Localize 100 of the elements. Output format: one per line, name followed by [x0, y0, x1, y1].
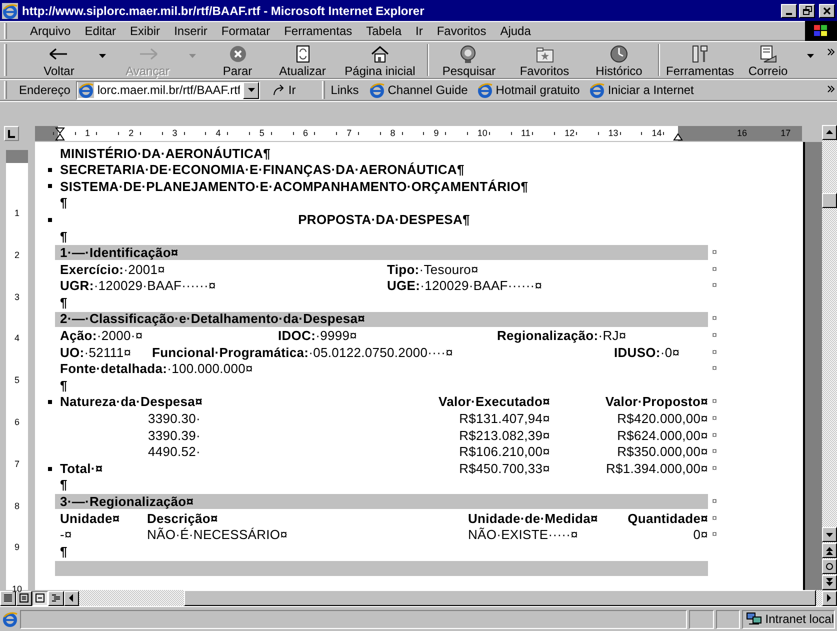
- next-page-button[interactable]: [822, 575, 837, 590]
- scroll-right-icon: [827, 594, 832, 602]
- end-of-row-mark: ¤: [711, 412, 718, 426]
- restore-icon: [802, 6, 812, 15]
- link-button[interactable]: Channel Guide: [368, 81, 468, 99]
- security-zone-label: Intranet local: [765, 611, 834, 628]
- end-of-row-mark: ¤: [711, 246, 718, 260]
- minimize-icon: [786, 12, 792, 14]
- column-header: Valor·Proposto¤: [604, 393, 708, 412]
- restore-button[interactable]: [799, 4, 815, 18]
- end-of-row-mark: ¤: [711, 428, 718, 442]
- table-cell-text: R$350.000,00¤: [616, 443, 708, 462]
- next-page-icon: [825, 578, 834, 587]
- end-of-row-mark: ¤: [711, 495, 718, 508]
- field-text: Exercício:·2001¤: [60, 260, 166, 279]
- table-cell-text: R$624.000,00¤: [616, 426, 708, 445]
- end-of-row-mark: ¤: [711, 312, 718, 326]
- ruler-number: 12: [564, 127, 575, 140]
- dropdown-button[interactable]: [243, 82, 260, 98]
- page-icon: [2, 611, 18, 627]
- scroll-up-button[interactable]: [822, 125, 837, 140]
- table-cell-text: 4490.52·: [147, 443, 202, 462]
- horizontal-scrollbar[interactable]: [79, 590, 822, 606]
- menu-item[interactable]: Arquivo: [23, 22, 78, 40]
- toolbar-button[interactable]: Ferramentas: [662, 42, 738, 78]
- ruler-number: 8: [13, 500, 20, 511]
- toolbar-button[interactable]: Favoritos: [507, 42, 582, 78]
- link-button[interactable]: Iniciar a Internet: [588, 81, 694, 99]
- menu-item[interactable]: Ir: [408, 22, 430, 40]
- ruler-number: 11: [521, 127, 530, 140]
- menu-item[interactable]: Editar: [78, 22, 124, 40]
- end-of-row-mark: ¤: [711, 262, 718, 276]
- chevron-icon[interactable]: [827, 85, 835, 93]
- column-header: Valor·Executado¤: [438, 393, 550, 412]
- toolbar-button[interactable]: Histórico: [582, 42, 656, 78]
- column-header: Quantidade¤: [626, 510, 708, 528]
- end-of-row-mark: ¤: [711, 346, 718, 359]
- scroll-thumb[interactable]: [822, 193, 837, 208]
- page-view-button[interactable]: [32, 590, 48, 606]
- ruler-number: 9: [13, 542, 20, 552]
- normal-view-button[interactable]: [0, 590, 16, 606]
- menu-item[interactable]: Inserir: [167, 22, 214, 40]
- go-button[interactable]: Ir: [272, 81, 296, 99]
- close-button[interactable]: [819, 4, 835, 18]
- menu-item[interactable]: Ferramentas: [277, 22, 360, 40]
- browser-icon: [2, 2, 18, 18]
- ruler-number: 7: [13, 458, 20, 469]
- ruler-number: 14: [652, 127, 662, 140]
- ruler-number: 4: [216, 127, 221, 140]
- address-field[interactable]: lorc.maer.mil.br/rtf/BAAF.rtf: [76, 80, 260, 100]
- toolbar-button[interactable]: Pesquisar: [431, 42, 507, 78]
- toolbar-button[interactable]: Atualizar: [270, 42, 335, 78]
- menu-item[interactable]: Favoritos: [430, 22, 494, 40]
- indent-marker-icon[interactable]: [55, 126, 65, 141]
- menu-item[interactable]: Formatar: [214, 22, 278, 40]
- page-icon: [476, 82, 493, 98]
- web-view-button[interactable]: [16, 590, 32, 606]
- toolbar-button[interactable]: Página inicial: [335, 42, 425, 78]
- field-text: UO:·52111¤: [60, 344, 132, 362]
- toolbar-button[interactable]: Voltar: [28, 42, 90, 78]
- table-cell-text: R$1.394.000,00¤: [604, 460, 708, 478]
- toolbar-button[interactable]: Correio: [738, 42, 798, 78]
- caret-icon[interactable]: [99, 54, 106, 58]
- toolbar-button[interactable]: Parar: [205, 42, 270, 78]
- address-label: Endereço: [19, 82, 70, 99]
- end-of-row-mark: ¤: [711, 395, 718, 408]
- caret-icon[interactable]: [807, 54, 814, 58]
- scroll-left-button[interactable]: [64, 590, 79, 606]
- menu-item[interactable]: Exibir: [123, 22, 168, 40]
- scroll-right-button[interactable]: [822, 590, 837, 606]
- link-button[interactable]: Hotmail gratuito: [476, 81, 580, 99]
- scroll-down-icon: [825, 530, 834, 539]
- document-line: ¶: [60, 476, 68, 494]
- ruler-number: 8: [390, 127, 396, 140]
- browse-object-button[interactable]: [822, 559, 837, 574]
- tab-stop-button[interactable]: [4, 126, 19, 141]
- document-line: SECRETARIA·DE·ECONOMIA·E·FINANÇAS·DA·AERONÁUTICA¶: [60, 161, 464, 180]
- ruler-number: 2: [128, 127, 134, 140]
- chevron-icon[interactable]: [827, 48, 835, 56]
- view-icon: [51, 593, 61, 603]
- ruler-number: 10: [477, 127, 488, 140]
- scroll-down-button[interactable]: [822, 527, 837, 542]
- field-text: Tipo:·Tesouro¤: [387, 260, 480, 279]
- end-of-row-mark: ¤: [711, 445, 718, 458]
- outline-view-button[interactable]: [48, 590, 64, 606]
- document-line: MINISTÉRIO·DA·AERONÁUTICA¶: [60, 144, 270, 162]
- go-arrow-icon: [272, 83, 286, 97]
- previous-page-button[interactable]: [822, 543, 837, 558]
- table-cell-text: 3390.30·: [147, 410, 202, 428]
- column-header: Unidade¤: [60, 510, 121, 528]
- minimize-button[interactable]: [781, 4, 797, 18]
- table-cell-text: R$450.700,33¤: [458, 460, 550, 478]
- window-title: http://www.siplorc.maer.mil.br/rtf/BAAF.rtf - Microsoft Internet Explorer: [22, 2, 426, 20]
- table-cell-text: 0¤: [692, 526, 708, 544]
- menu-item[interactable]: Ajuda: [493, 22, 538, 40]
- ruler-number: 10: [10, 584, 23, 594]
- ruler-number: 1: [85, 127, 90, 140]
- vertical-scrollbar[interactable]: [822, 125, 837, 590]
- menu-item[interactable]: Tabela: [359, 22, 408, 40]
- table-cell-text: R$420.000,00¤: [616, 410, 708, 428]
